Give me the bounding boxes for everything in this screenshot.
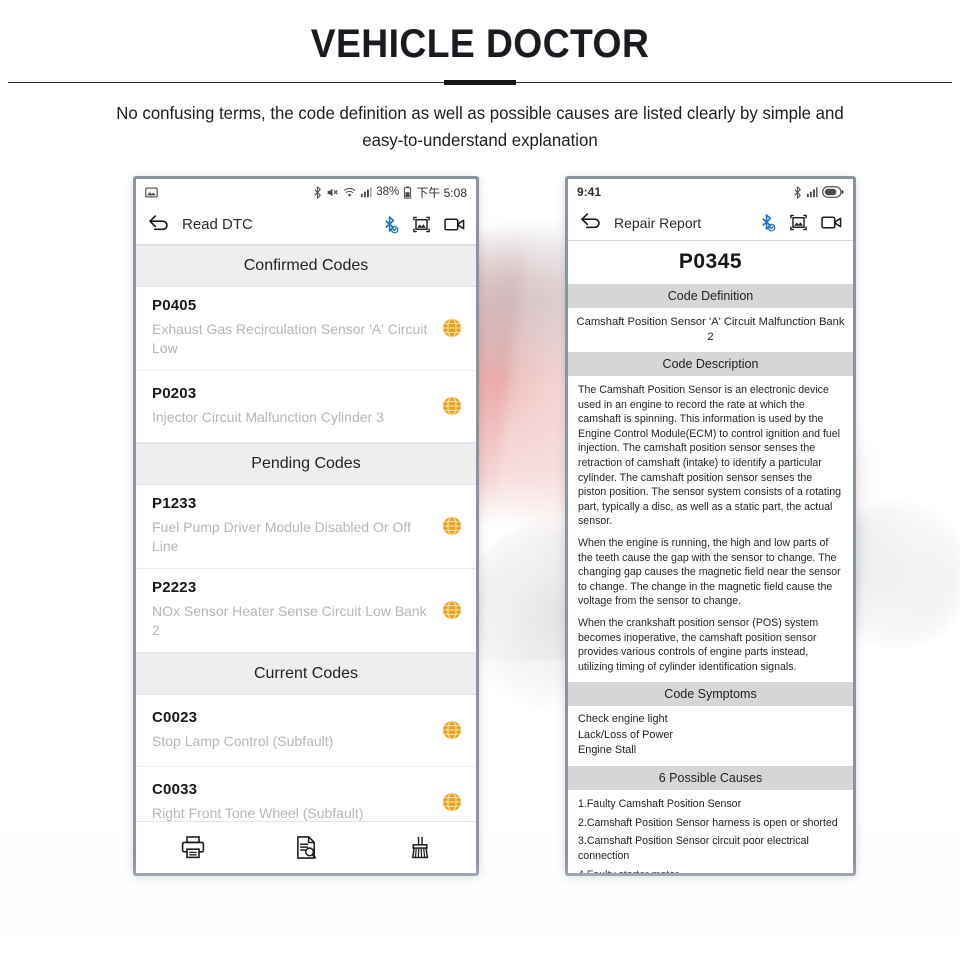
list-item: 2.Camshaft Position Sensor harness is op… bbox=[578, 816, 838, 829]
dtc-code-heading: P0345 bbox=[678, 250, 743, 273]
dtc-text-block: P0203 Injector Circuit Malfunction Cylin… bbox=[152, 385, 442, 427]
list-item: Check engine light bbox=[578, 713, 668, 726]
page-subtitle: No confusing terms, the code definition … bbox=[116, 103, 844, 150]
dtc-text-block: C0023 Stop Lamp Control (Subfault) bbox=[152, 709, 442, 751]
list-item: 3.Camshaft Position Sensor circuit poor … bbox=[578, 835, 809, 863]
bluetooth-connected-icon[interactable] bbox=[759, 213, 776, 232]
section-header-current-codes: Current Codes bbox=[136, 653, 476, 695]
dtc-description: Right Front Tone Wheel (Subfault) bbox=[152, 804, 364, 821]
list-item: Lack/Loss of Power bbox=[578, 728, 674, 741]
code-definition-text: Camshaft Position Sensor 'A' Circuit Mal… bbox=[576, 316, 845, 343]
list-item: Engine Stall bbox=[578, 744, 637, 757]
dtc-text-block: P0405 Exhaust Gas Recirculation Sensor '… bbox=[152, 297, 442, 358]
description-paragraph: When the engine is running, the high and… bbox=[578, 536, 841, 608]
dtc-description: NOx Sensor Heater Sense Circuit Low Bank… bbox=[152, 603, 427, 638]
video-record-icon[interactable] bbox=[821, 214, 842, 231]
code-description-body: The Camshaft Position Sensor is an elect… bbox=[568, 376, 853, 682]
dtc-description: Injector Circuit Malfunction Cylinder 3 bbox=[152, 408, 384, 425]
divider-accent-bar bbox=[444, 80, 516, 85]
globe-icon[interactable] bbox=[442, 719, 462, 740]
dtc-text-block: P2223 NOx Sensor Heater Sense Circuit Lo… bbox=[152, 579, 442, 640]
right-screen-content: P0345 Code Definition Camshaft Position … bbox=[568, 241, 853, 873]
section-header-code-definition: Code Definition bbox=[568, 284, 853, 308]
page-title: VEHICLE DOCTOR bbox=[310, 22, 650, 66]
picture-icon bbox=[145, 186, 158, 199]
table-row[interactable]: C0023 Stop Lamp Control (Subfault) bbox=[136, 695, 476, 767]
possible-causes-list: 1.Faulty Camshaft Position Sensor 2.Cams… bbox=[568, 790, 853, 873]
broom-icon[interactable] bbox=[407, 835, 432, 860]
globe-icon[interactable] bbox=[442, 317, 462, 338]
dtc-text-block: C0033 Right Front Tone Wheel (Subfault) bbox=[152, 781, 442, 822]
back-arrow-icon[interactable] bbox=[147, 213, 171, 237]
right-phone-screenshot: 9:41 Repair Report P0345 Code Definition… bbox=[565, 176, 856, 876]
right-app-bar: Repair Report bbox=[568, 205, 853, 241]
left-phone-screenshot: 38% 下午 5:08 Read DTC Confirmed Codes P04… bbox=[133, 176, 479, 876]
section-header-code-symptoms: Code Symptoms bbox=[568, 682, 853, 707]
description-paragraph: When the crankshaft position sensor (POS… bbox=[578, 616, 819, 673]
table-row[interactable]: P1233 Fuel Pump Driver Module Disabled O… bbox=[136, 485, 476, 569]
description-paragraph: The Camshaft Position Sensor is an elect… bbox=[578, 384, 842, 528]
status-bar-clock: 9:41 bbox=[577, 185, 602, 199]
dtc-text-block: P1233 Fuel Pump Driver Module Disabled O… bbox=[152, 495, 442, 556]
screenshot-icon[interactable] bbox=[412, 215, 431, 234]
left-app-title: Read DTC bbox=[182, 216, 253, 233]
section-header-possible-causes: 6 Possible Causes bbox=[568, 765, 853, 790]
video-record-icon[interactable] bbox=[444, 216, 465, 233]
table-row[interactable]: C0033 Right Front Tone Wheel (Subfault) bbox=[136, 767, 476, 821]
globe-icon[interactable] bbox=[442, 599, 462, 620]
table-row[interactable]: P2223 NOx Sensor Heater Sense Circuit Lo… bbox=[136, 569, 476, 653]
list-item: 4.Faulty starter motor bbox=[578, 868, 843, 873]
page-header: VEHICLE DOCTOR No confusing terms, the c… bbox=[0, 0, 960, 154]
screenshot-icon[interactable] bbox=[789, 213, 808, 232]
table-row[interactable]: P0203 Injector Circuit Malfunction Cylin… bbox=[136, 371, 476, 443]
bluetooth-icon bbox=[793, 185, 802, 199]
bluetooth-connected-icon[interactable] bbox=[382, 215, 399, 234]
dtc-code: P2223 bbox=[152, 579, 197, 596]
section-header-pending-codes: Pending Codes bbox=[136, 443, 476, 485]
globe-icon[interactable] bbox=[442, 395, 462, 416]
wifi-icon bbox=[343, 186, 356, 199]
left-screen-content: Confirmed Codes P0405 Exhaust Gas Recirc… bbox=[136, 245, 476, 821]
dtc-description: Exhaust Gas Recirculation Sensor 'A' Cir… bbox=[152, 321, 428, 356]
dtc-code: C0023 bbox=[152, 708, 198, 726]
dtc-code: P0405 bbox=[152, 297, 197, 314]
bluetooth-icon bbox=[313, 185, 322, 199]
right-app-title: Repair Report bbox=[614, 214, 702, 231]
signal-icon bbox=[806, 186, 818, 198]
left-status-bar: 38% 下午 5:08 bbox=[136, 179, 476, 205]
dtc-code: C0033 bbox=[152, 780, 198, 798]
status-bar-clock: 下午 5:08 bbox=[416, 185, 467, 200]
signal-icon bbox=[360, 186, 372, 198]
document-search-icon[interactable] bbox=[294, 835, 319, 860]
battery-icon bbox=[822, 186, 844, 198]
globe-icon[interactable] bbox=[442, 791, 462, 812]
title-divider bbox=[0, 79, 960, 87]
left-bottom-toolbar bbox=[136, 821, 476, 873]
right-status-bar: 9:41 bbox=[568, 179, 853, 205]
dtc-description: Stop Lamp Control (Subfault) bbox=[152, 732, 334, 749]
mute-icon bbox=[326, 186, 339, 199]
dtc-code: P1233 bbox=[152, 495, 197, 512]
list-item: 1.Faulty Camshaft Position Sensor bbox=[578, 797, 742, 810]
printer-icon[interactable] bbox=[180, 835, 206, 860]
dtc-description: Fuel Pump Driver Module Disabled Or Off … bbox=[152, 519, 411, 554]
code-symptoms-list: Check engine light Lack/Loss of Power En… bbox=[568, 706, 853, 766]
battery-icon bbox=[403, 185, 412, 199]
table-row[interactable]: P0405 Exhaust Gas Recirculation Sensor '… bbox=[136, 287, 476, 371]
section-header-code-description: Code Description bbox=[568, 352, 853, 376]
globe-icon[interactable] bbox=[442, 515, 462, 536]
left-app-bar: Read DTC bbox=[136, 205, 476, 245]
back-arrow-icon[interactable] bbox=[579, 211, 603, 235]
battery-percent-label: 38% bbox=[376, 186, 400, 198]
section-header-confirmed-codes: Confirmed Codes bbox=[136, 245, 476, 287]
dtc-code: P0203 bbox=[152, 384, 197, 402]
